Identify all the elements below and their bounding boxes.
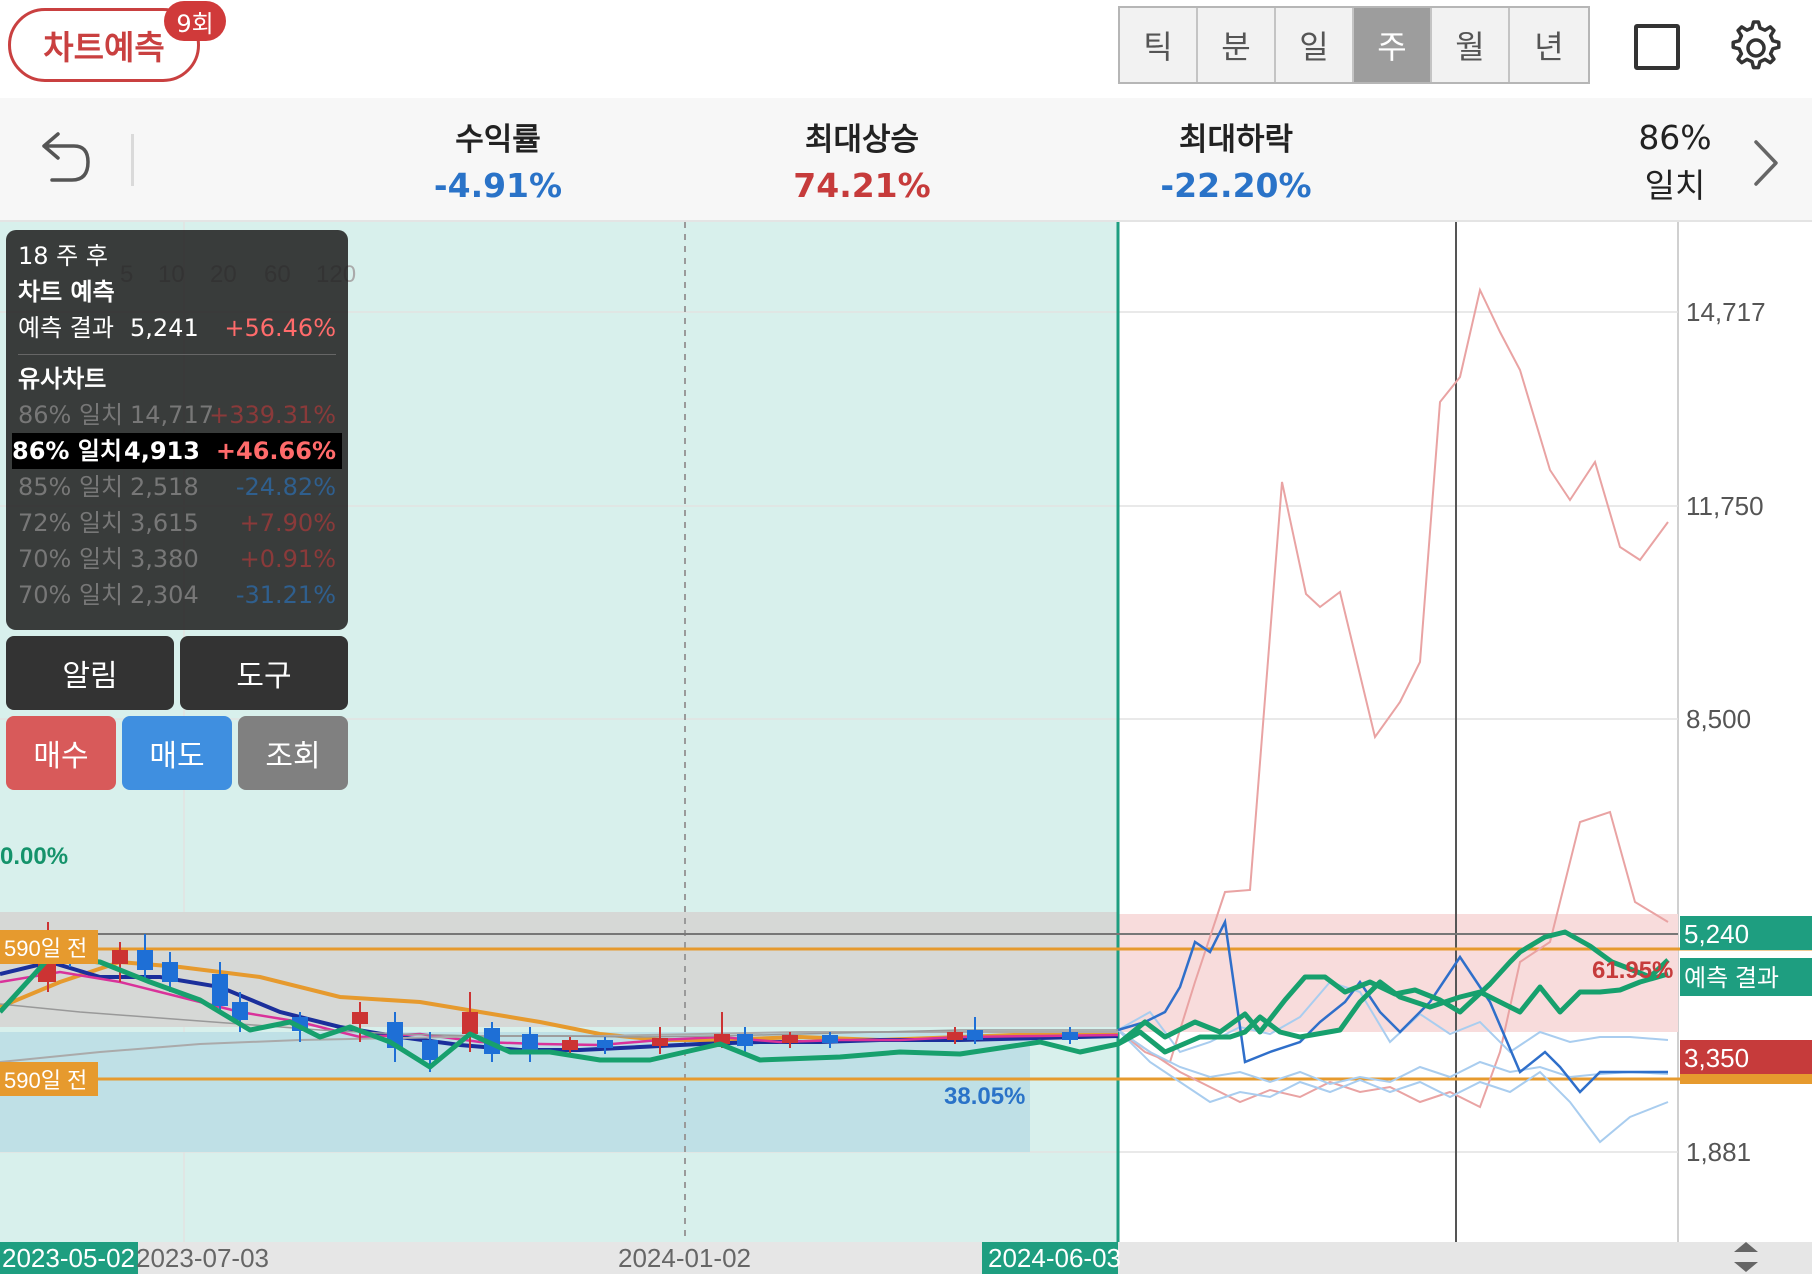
- similar-row[interactable]: 72% 일치 3,615 +7.90%: [18, 505, 336, 541]
- gear-icon[interactable]: [1728, 18, 1784, 74]
- similar-row[interactable]: 86% 일치 14,717 +339.31%: [18, 397, 336, 433]
- similar-change: -31.21%: [235, 581, 336, 609]
- similar-match: 72% 일치: [18, 509, 124, 537]
- alert-label: 알림: [62, 659, 118, 694]
- period-tabs: 틱 분 일 주 월 년: [1118, 6, 1590, 84]
- tab-minute[interactable]: 분: [1198, 8, 1276, 82]
- y-tick-2: 11,750: [1686, 491, 1764, 521]
- similar-value: 3,380: [130, 545, 199, 573]
- similar-title: 유사차트: [18, 365, 107, 393]
- tab-week[interactable]: 주: [1354, 8, 1432, 82]
- return-value: -4.91%: [433, 166, 563, 205]
- view-label: 조회: [265, 739, 321, 774]
- panel-divider: [18, 354, 336, 355]
- similar-match: 70% 일치: [18, 581, 124, 609]
- similar-value: 4,913: [124, 437, 200, 465]
- sell-label: 매도: [149, 739, 205, 774]
- similar-row[interactable]: 70% 일치 3,380 +0.91%: [18, 541, 336, 577]
- pct-zero-label: 0.00%: [0, 843, 68, 870]
- max-rise-value: 74.21%: [793, 166, 931, 205]
- similar-row[interactable]: 85% 일치 2,518 -24.82%: [18, 469, 336, 505]
- similar-match: 70% 일치: [18, 545, 124, 573]
- similar-value: 2,304: [130, 581, 199, 609]
- return-stat: 수익률 -4.91%: [368, 118, 628, 210]
- chart-predict-label: 차트예측: [43, 28, 165, 67]
- similar-change: +7.90%: [239, 509, 336, 537]
- current-price: 3,350: [1684, 1043, 1749, 1073]
- similar-row[interactable]: 70% 일치 2,304 -31.21%: [18, 577, 336, 613]
- predict-count-badge: 9회: [164, 1, 226, 41]
- forecast-result-label: 예측 결과: [1684, 965, 1779, 992]
- end-date: 2024-06-03: [988, 1243, 1121, 1273]
- y-tick-1: 14,717: [1686, 297, 1766, 327]
- days-ago-label-top: 590일 전: [4, 936, 87, 961]
- chart-area[interactable]: 14,717 11,750 8,500 1,881 5,240 예측 결과 3,…: [0, 222, 1812, 1274]
- max-drop-value: -22.20%: [1160, 166, 1312, 205]
- max-rise-stat: 최대상승 74.21%: [732, 118, 992, 210]
- similar-change: +0.91%: [239, 545, 336, 573]
- similar-value: 2,518: [130, 473, 199, 501]
- view-button[interactable]: 조회: [238, 716, 348, 790]
- max-rise-label: 최대상승: [804, 122, 920, 158]
- similar-match: 85% 일치: [18, 473, 124, 501]
- similar-match: 86% 일치: [12, 437, 122, 465]
- days-ago-label-bottom: 590일 전: [4, 1068, 87, 1093]
- max-drop-label: 최대하락: [1178, 122, 1294, 158]
- tools-button[interactable]: 도구: [180, 636, 348, 710]
- buy-button[interactable]: 매수: [6, 716, 116, 790]
- match-indicator[interactable]: 86% 일치: [1620, 114, 1730, 210]
- pct-blue-label: 38.05%: [944, 1083, 1025, 1110]
- undo-icon[interactable]: [38, 128, 92, 186]
- forecast-price: 5,240: [1684, 919, 1749, 949]
- prediction-info-panel: 18 주 후 차트 예측 예측 결과 5,241 +56.46% 유사차트 86…: [6, 230, 348, 630]
- tab-year[interactable]: 년: [1510, 8, 1588, 82]
- tab-tick[interactable]: 틱: [1120, 8, 1198, 82]
- predict-result-label: 예측 결과: [18, 314, 114, 342]
- date-2: 2023-07-03: [136, 1243, 269, 1273]
- match-percent: 86%: [1638, 118, 1712, 157]
- predict-result-change: +56.46%: [224, 314, 336, 342]
- tab-day[interactable]: 일: [1276, 8, 1354, 82]
- square-outline-icon[interactable]: [1634, 24, 1680, 70]
- tools-label: 도구: [236, 659, 292, 694]
- chevron-right-icon[interactable]: [1748, 136, 1784, 190]
- pct-red-label: 61.95%: [1592, 957, 1673, 984]
- start-date: 2023-05-02: [2, 1243, 135, 1273]
- similar-change: -24.82%: [235, 473, 336, 501]
- predict-result-value: 5,241: [130, 314, 199, 342]
- similar-value: 3,615: [130, 509, 199, 537]
- similar-row-selected[interactable]: 86% 일치 4,913 +46.66%: [12, 433, 342, 469]
- max-drop-stat: 최대하락 -22.20%: [1106, 118, 1366, 210]
- similar-match: 86% 일치: [18, 401, 124, 429]
- stats-bar: 수익률 -4.91% 최대상승 74.21% 최대하락 -22.20% 86% …: [0, 98, 1812, 222]
- date-axis: [0, 1242, 1812, 1274]
- predict-result-row: 예측 결과 5,241 +56.46%: [18, 310, 336, 346]
- app-root: 차트예측 9회 틱 분 일 주 월 년 수익률 -4.91% 최대상승 74.2…: [0, 0, 1812, 1274]
- tab-month[interactable]: 월: [1432, 8, 1510, 82]
- sell-button[interactable]: 매도: [122, 716, 232, 790]
- horizon-label: 18 주 후: [18, 242, 108, 270]
- buy-label: 매수: [33, 739, 89, 774]
- alert-button[interactable]: 알림: [6, 636, 174, 710]
- similar-change: +46.66%: [215, 437, 336, 465]
- y-tick-3: 8,500: [1686, 704, 1751, 734]
- match-label: 일치: [1644, 166, 1706, 205]
- similar-value: 14,717: [130, 401, 214, 429]
- date-3: 2024-01-02: [618, 1243, 751, 1273]
- top-toolbar: 차트예측 9회 틱 분 일 주 월 년: [0, 0, 1812, 98]
- orange-tag-strip: [1680, 1074, 1812, 1084]
- return-label: 수익률: [455, 122, 541, 158]
- similar-change: +339.31%: [209, 401, 336, 429]
- y-tick-4: 1,881: [1686, 1137, 1751, 1167]
- stats-divider: [131, 134, 134, 186]
- predict-title: 차트 예측: [18, 278, 115, 306]
